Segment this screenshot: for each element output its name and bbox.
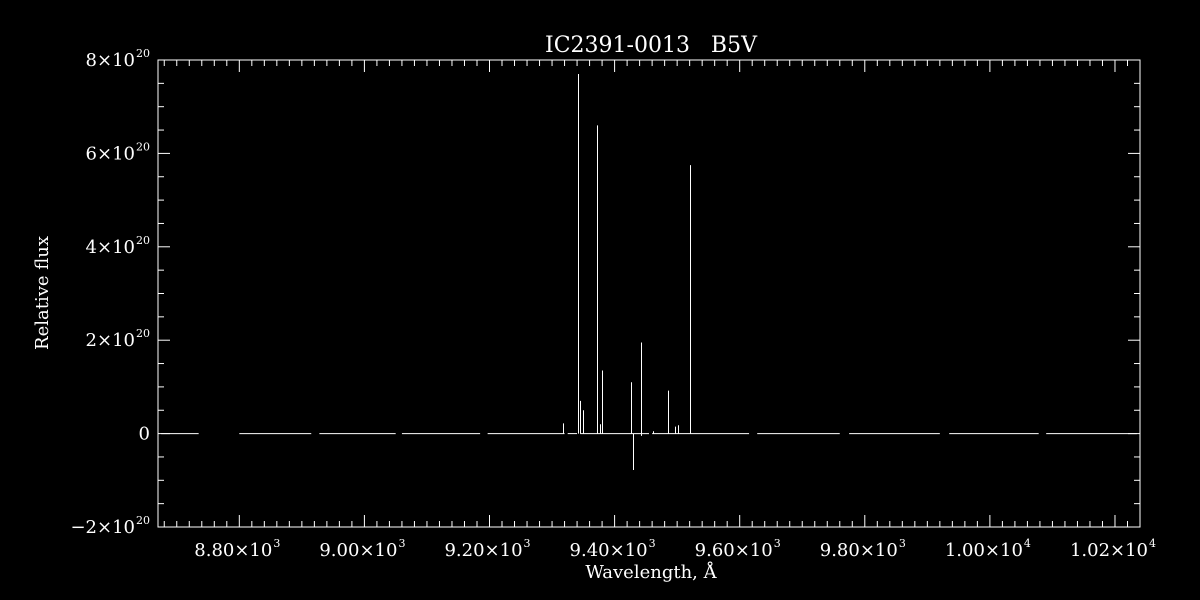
x-tick-label: 9.00×10 bbox=[319, 540, 397, 561]
x-tick-label: 9.60×10 bbox=[695, 540, 773, 561]
y-axis-label: Relative flux bbox=[32, 236, 53, 350]
spectrum-chart: IC2391-0013 B5V Wavelength, Å Relative f… bbox=[0, 0, 1200, 600]
x-tick-label-exponent: 3 bbox=[273, 537, 280, 550]
x-tick-label: 1.02×10 bbox=[1070, 540, 1148, 561]
x-tick-label: 9.40×10 bbox=[570, 540, 648, 561]
chart-title: IC2391-0013 B5V bbox=[545, 33, 758, 58]
x-tick-label-exponent: 3 bbox=[774, 537, 781, 550]
y-tick-label-exponent: 20 bbox=[136, 514, 150, 527]
x-tick-label: 9.80×10 bbox=[820, 540, 898, 561]
x-axis-label: Wavelength, Å bbox=[585, 561, 717, 583]
x-tick-label-exponent: 3 bbox=[899, 537, 906, 550]
y-tick-label: 4×10 bbox=[86, 237, 135, 258]
y-tick-label: −2×10 bbox=[70, 517, 135, 538]
x-tick-label: 9.20×10 bbox=[444, 540, 522, 561]
y-tick-label-exponent: 20 bbox=[136, 47, 150, 60]
y-tick-label: 8×10 bbox=[86, 50, 135, 71]
y-tick-label: 0 bbox=[139, 424, 150, 445]
y-tick-label-exponent: 20 bbox=[136, 140, 150, 153]
y-tick-label: 6×10 bbox=[86, 143, 135, 164]
y-tick-label-exponent: 20 bbox=[136, 327, 150, 340]
x-tick-label-exponent: 4 bbox=[1024, 537, 1031, 550]
x-tick-label: 1.00×10 bbox=[945, 540, 1023, 561]
y-tick-label: 2×10 bbox=[86, 330, 135, 351]
x-tick-label: 8.80×10 bbox=[194, 540, 272, 561]
x-tick-label-exponent: 3 bbox=[398, 537, 405, 550]
x-tick-label-exponent: 3 bbox=[524, 537, 531, 550]
x-tick-label-exponent: 4 bbox=[1149, 537, 1156, 550]
y-tick-label-exponent: 20 bbox=[136, 234, 150, 247]
chart-background bbox=[0, 0, 1200, 600]
x-tick-label-exponent: 3 bbox=[649, 537, 656, 550]
